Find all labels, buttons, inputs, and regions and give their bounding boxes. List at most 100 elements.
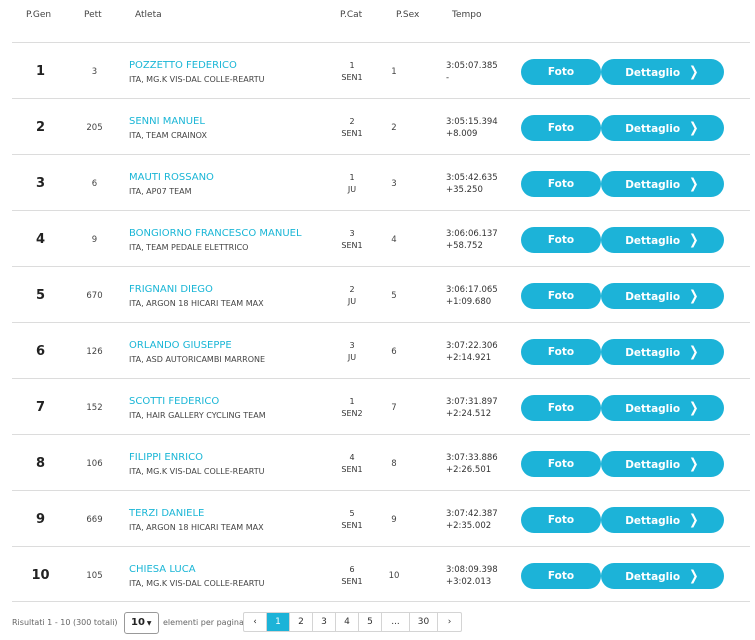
category-position: 6 SEN1 [333,564,371,588]
dettaglio-label: Dettaglio [625,515,681,527]
finish-time: 3:07:33.886 [446,453,498,463]
sex-position: 1 [391,67,397,77]
time-gap: +58.752 [446,241,483,251]
athlete-team: ITA, MG.K VIS-DAL COLLE-REARTU [129,467,265,476]
category-code: SEN1 [341,465,363,474]
category-position: 1 SEN2 [333,396,371,420]
position: 8 [35,456,46,471]
dettaglio-button[interactable]: Dettaglio ❯ [601,283,724,309]
header-atleta[interactable]: Atleta [135,10,162,20]
category-position: 2 JU [333,284,371,308]
finish-time: 3:07:22.306 [446,341,498,351]
sex-position: 10 [388,571,400,581]
category-code: SEN2 [341,409,363,418]
page-size-select[interactable]: 10 ▼ [124,612,159,634]
athlete-team: ITA, TEAM PEDALE ELETTRICO [129,243,249,252]
bib-number: 105 [86,571,103,581]
athlete-name-link[interactable]: FRIGNANI DIEGO [129,284,213,295]
dettaglio-label: Dettaglio [625,571,681,583]
category-rank: 2 [349,285,355,294]
page-1[interactable]: 1 [267,613,290,631]
position: 4 [35,232,46,247]
athlete-name-link[interactable]: SENNI MANUEL [129,116,205,127]
table-row: 8 106 FILIPPI ENRICO ITA, MG.K VIS-DAL COLL… [12,434,750,490]
dettaglio-label: Dettaglio [625,123,681,135]
next-page-button[interactable]: › [438,613,461,631]
page-2[interactable]: 2 [290,613,313,631]
foto-button[interactable]: Foto [521,227,601,253]
bib-number: 106 [86,459,103,469]
position: 2 [35,120,46,135]
header-pgen[interactable]: P.Gen [26,10,51,20]
dettaglio-button[interactable]: Dettaglio ❯ [601,171,724,197]
foto-button[interactable]: Foto [521,59,601,85]
time-gap: +2:14.921 [446,353,492,363]
dettaglio-button[interactable]: Dettaglio ❯ [601,507,724,533]
time-gap: +35.250 [446,185,483,195]
sex-position: 4 [391,235,397,245]
athlete-name-link[interactable]: CHIESA LUCA [129,564,196,575]
dettaglio-button[interactable]: Dettaglio ❯ [601,59,724,85]
category-code: JU [347,297,357,306]
table-footer: Risultati 1 - 10 (300 totali) 10 ▼ elemen… [12,612,752,636]
category-rank: 2 [349,117,355,126]
race-time: 3:08:09.398 +3:02.013 [446,564,498,588]
athlete-name-link[interactable]: TERZI DANIELE [129,508,204,519]
dettaglio-button[interactable]: Dettaglio ❯ [601,451,724,477]
dettaglio-button[interactable]: Dettaglio ❯ [601,395,724,421]
foto-button[interactable]: Foto [521,339,601,365]
category-rank: 6 [349,565,355,574]
chevron-right-icon: ❯ [689,456,699,472]
foto-button[interactable]: Foto [521,395,601,421]
athlete-name-link[interactable]: SCOTTI FEDERICO [129,396,219,407]
page-4[interactable]: 4 [336,613,359,631]
finish-time: 3:05:42.635 [446,173,498,183]
category-code: JU [347,185,357,194]
bib-number: 669 [86,515,103,525]
bib-number: 3 [91,67,98,77]
page-3[interactable]: 3 [313,613,336,631]
dettaglio-button[interactable]: Dettaglio ❯ [601,563,724,589]
athlete-name-link[interactable]: POZZETTO FEDERICO [129,60,237,71]
athlete-name-link[interactable]: MAUTI ROSSANO [129,172,214,183]
table-row: 4 9 BONGIORNO FRANCESCO MANUEL ITA, TEAM PE… [12,210,750,266]
category-position: 3 SEN1 [333,228,371,252]
foto-button[interactable]: Foto [521,507,601,533]
pagination: ‹ 1 2 3 4 5... 30 › [243,612,462,632]
table-row: 3 6 MAUTI ROSSANO ITA, AP07 TEAM 1 JU 3 3:05:42… [12,154,750,210]
category-rank: 3 [349,341,355,350]
category-rank: 1 [349,173,355,182]
dettaglio-button[interactable]: Dettaglio ❯ [601,115,724,141]
athlete-name-link[interactable]: BONGIORNO FRANCESCO MANUEL [129,228,302,239]
page-ellipsis: ... [382,613,410,631]
dettaglio-button[interactable]: Dettaglio ❯ [601,227,724,253]
race-time: 3:07:31.897 +2:24.512 [446,396,498,420]
header-psex[interactable]: P.Sex [396,10,419,20]
category-position: 2 SEN1 [333,116,371,140]
foto-button[interactable]: Foto [521,171,601,197]
foto-button[interactable]: Foto [521,563,601,589]
dettaglio-label: Dettaglio [625,347,681,359]
athlete-team: ITA, ARGON 18 HICARI TEAM MAX [129,523,264,532]
page-5[interactable]: 5 [359,613,382,631]
header-pett[interactable]: Pett [84,10,102,20]
category-code: SEN1 [341,577,363,586]
athlete-name-link[interactable]: FILIPPI ENRICO [129,452,203,463]
header-pcat[interactable]: P.Cat [340,10,362,20]
prev-page-button[interactable]: ‹ [244,613,267,631]
table-header: P.Gen Pett Atleta P.Cat P.Sex Tempo [0,0,755,42]
header-tempo[interactable]: Tempo [452,10,482,20]
per-page-label: elementi per pagina [163,618,244,627]
athlete-name-link[interactable]: ORLANDO GIUSEPPE [129,340,232,351]
finish-time: 3:06:17.065 [446,285,498,295]
page-30[interactable]: 30 [410,613,438,631]
dettaglio-button[interactable]: Dettaglio ❯ [601,339,724,365]
foto-button[interactable]: Foto [521,451,601,477]
chevron-right-icon: ❯ [689,232,699,248]
results-info: Risultati 1 - 10 (300 totali) [12,618,118,627]
foto-button[interactable]: Foto [521,283,601,309]
race-time: 3:07:22.306 +2:14.921 [446,340,498,364]
foto-button[interactable]: Foto [521,115,601,141]
category-position: 1 JU [333,172,371,196]
table-row: 7 152 SCOTTI FEDERICO ITA, HAIR GALLERY CYC… [12,378,750,434]
